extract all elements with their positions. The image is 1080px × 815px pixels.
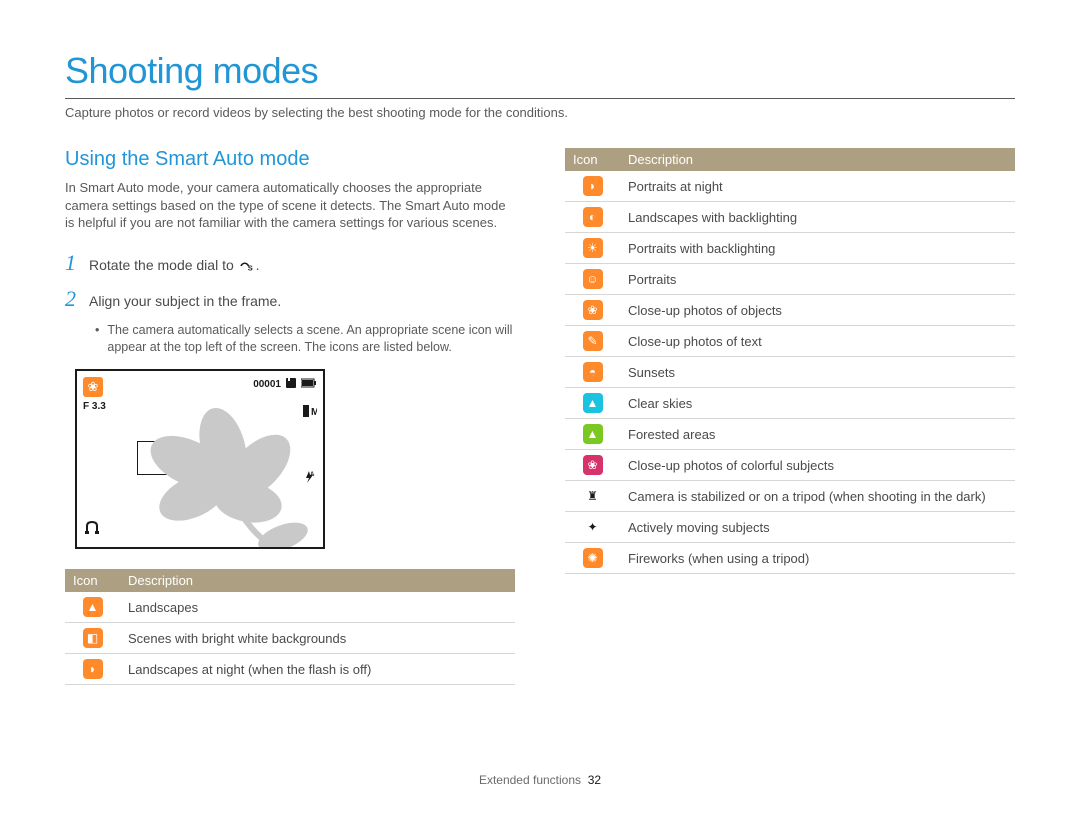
step-1-text-part: Rotate the mode dial to (89, 257, 238, 273)
table-row: ❀Close-up photos of objects (565, 295, 1015, 326)
macro-object-icon: ❀ (565, 295, 620, 326)
tripod-icon: ♜ (565, 481, 620, 512)
step-1-tail: . (256, 257, 260, 273)
table-row: ▲Forested areas (565, 419, 1015, 450)
sunset-icon: ◓ (565, 357, 620, 388)
table-row: ▲Landscapes (65, 592, 515, 623)
clear-sky-icon: ▲ (565, 388, 620, 419)
step-2: 2 Align your subject in the frame. (65, 286, 515, 312)
icon-description: Landscapes (120, 592, 515, 623)
step-text: Rotate the mode dial to S . (89, 257, 260, 273)
table-row: ♜Camera is stabilized or on a tripod (wh… (565, 481, 1015, 512)
footer-section: Extended functions (479, 773, 581, 787)
macro-flower-icon: ❀ (83, 377, 103, 397)
col-icon: Icon (65, 569, 120, 592)
table-row: ◐Landscapes with backlighting (565, 202, 1015, 233)
night-portrait-icon: ◗ (565, 171, 620, 202)
right-column: Icon Description ◗Portraits at night◐Lan… (565, 148, 1015, 685)
icon-description: Close-up photos of objects (620, 295, 1015, 326)
white-bg-icon: ◧ (65, 623, 120, 654)
step-text: Align your subject in the frame. (89, 293, 281, 309)
camera-screen-preview: ❀ F 3.3 00001 M A (75, 369, 325, 549)
icon-description: Portraits (620, 264, 1015, 295)
ois-icon (83, 518, 101, 539)
icon-description: Close-up photos of text (620, 326, 1015, 357)
icon-description: Scenes with bright white backgrounds (120, 623, 515, 654)
step-1: 1 Rotate the mode dial to S . (65, 250, 515, 276)
icon-description: Sunsets (620, 357, 1015, 388)
step-num: 2 (65, 286, 79, 312)
table-row: ◗Portraits at night (565, 171, 1015, 202)
icon-description: Landscapes at night (when the flash is o… (120, 654, 515, 685)
table-row: ✎Close-up photos of text (565, 326, 1015, 357)
col-icon: Icon (565, 148, 620, 171)
steps-list: 1 Rotate the mode dial to S . 2 Align yo… (65, 250, 515, 312)
table-row: ◓Sunsets (565, 357, 1015, 388)
col-desc: Description (120, 569, 515, 592)
col-desc: Description (620, 148, 1015, 171)
icon-description: Clear skies (620, 388, 1015, 419)
page-title: Shooting modes (65, 50, 1015, 92)
table-row: ✺Fireworks (when using a tripod) (565, 543, 1015, 574)
icon-description: Landscapes with backlighting (620, 202, 1015, 233)
flower-illustration (133, 387, 313, 547)
icon-description: Camera is stabilized or on a tripod (whe… (620, 481, 1015, 512)
table-row: ☀Portraits with backlighting (565, 233, 1015, 264)
section-body: In Smart Auto mode, your camera automati… (65, 179, 515, 232)
icon-table-left: Icon Description ▲Landscapes◧Scenes with… (65, 569, 515, 685)
table-row: ◧Scenes with bright white backgrounds (65, 623, 515, 654)
aperture-value: F 3.3 (83, 401, 106, 412)
page-subtitle: Capture photos or record videos by selec… (65, 105, 1015, 120)
step-num: 1 (65, 250, 79, 276)
backlit-landscape-icon: ◐ (565, 202, 620, 233)
icon-description: Portraits at night (620, 171, 1015, 202)
icon-description: Actively moving subjects (620, 512, 1015, 543)
landscape-icon: ▲ (65, 592, 120, 623)
table-row: ▲Clear skies (565, 388, 1015, 419)
icon-table-right: Icon Description ◗Portraits at night◐Lan… (565, 148, 1015, 574)
fireworks-icon: ✺ (565, 543, 620, 574)
table-row: ☺Portraits (565, 264, 1015, 295)
page-number: 32 (588, 773, 601, 787)
table-row: ✦Actively moving subjects (565, 512, 1015, 543)
left-column: Using the Smart Auto mode In Smart Auto … (65, 148, 515, 685)
title-rule (65, 98, 1015, 99)
backlit-portrait-icon: ☀ (565, 233, 620, 264)
page-footer: Extended functions 32 (65, 773, 1015, 787)
bullet-dot: • (95, 322, 99, 356)
icon-description: Forested areas (620, 419, 1015, 450)
portrait-icon: ☺ (565, 264, 620, 295)
step-2-sub: • The camera automatically selects a sce… (95, 322, 515, 356)
table-row: ◗Landscapes at night (when the flash is … (65, 654, 515, 685)
forest-icon: ▲ (565, 419, 620, 450)
macro-text-icon: ✎ (565, 326, 620, 357)
icon-description: Portraits with backlighting (620, 233, 1015, 264)
icon-description: Fireworks (when using a tripod) (620, 543, 1015, 574)
action-icon: ✦ (565, 512, 620, 543)
night-landscape-icon: ◗ (65, 654, 120, 685)
svg-text:S: S (247, 263, 252, 272)
macro-color-icon: ❀ (565, 450, 620, 481)
step-2-sub-text: The camera automatically selects a scene… (107, 322, 515, 356)
table-row: ❀Close-up photos of colorful subjects (565, 450, 1015, 481)
section-heading: Using the Smart Auto mode (65, 148, 515, 171)
smart-auto-icon: S (238, 259, 256, 273)
icon-description: Close-up photos of colorful subjects (620, 450, 1015, 481)
